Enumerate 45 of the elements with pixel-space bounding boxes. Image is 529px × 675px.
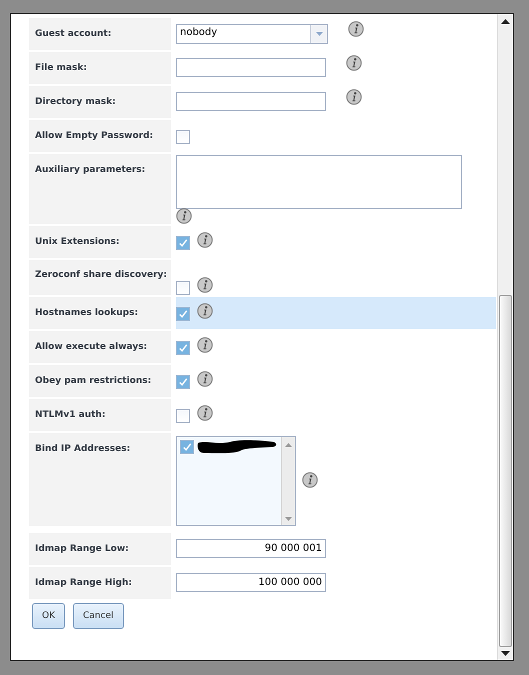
info-icon[interactable] <box>197 303 213 319</box>
input-field[interactable]: 100 000 000 <box>176 573 326 592</box>
checkbox[interactable] <box>176 130 190 144</box>
dialog-button[interactable]: Cancel <box>73 603 124 629</box>
info-icon[interactable] <box>197 371 213 387</box>
scroll-down-arrow-icon[interactable] <box>501 651 510 656</box>
info-icon[interactable] <box>197 277 213 293</box>
input-field[interactable] <box>176 58 326 77</box>
field-label: Unix Extensions: <box>29 226 171 258</box>
info-icon[interactable] <box>346 89 362 105</box>
info-icon[interactable] <box>176 208 192 224</box>
field-label: NTLMv1 auth: <box>29 399 171 431</box>
address-list[interactable] <box>176 436 296 526</box>
field-label: Idmap Range Low: <box>29 533 171 565</box>
info-icon[interactable] <box>302 472 318 488</box>
field-label: Bind IP Addresses: <box>29 433 171 526</box>
checkbox[interactable] <box>176 236 190 250</box>
checkbox[interactable] <box>176 281 190 295</box>
field-label: Guest account: <box>29 18 171 50</box>
field-label: Hostnames lookups: <box>29 297 171 329</box>
field-label: Directory mask: <box>29 86 171 118</box>
info-icon[interactable] <box>197 232 213 248</box>
input-field[interactable]: 90 000 001 <box>176 539 326 558</box>
guest-account-dropdown[interactable]: nobody <box>176 24 328 44</box>
field-label: Idmap Range High: <box>29 567 171 599</box>
field-label: Obey pam restrictions: <box>29 365 171 397</box>
input-field[interactable] <box>176 92 326 111</box>
checkbox[interactable] <box>176 307 190 321</box>
field-label: Allow Empty Password: <box>29 120 171 152</box>
field-label: File mask: <box>29 52 171 84</box>
checkbox[interactable] <box>176 409 190 423</box>
field-label: Auxiliary parameters: <box>29 154 171 224</box>
field-label: Zeroconf share discovery: <box>29 260 171 295</box>
info-icon[interactable] <box>197 337 213 353</box>
scrollbar[interactable] <box>497 14 513 660</box>
info-icon[interactable] <box>348 21 364 37</box>
field-label: Allow execute always: <box>29 331 171 363</box>
dialog-button[interactable]: OK <box>32 603 65 629</box>
info-icon[interactable] <box>346 55 362 71</box>
dropdown-caret-icon <box>316 32 322 36</box>
scroll-up-arrow-icon[interactable] <box>501 19 510 24</box>
checkbox[interactable] <box>176 375 190 389</box>
info-icon[interactable] <box>197 405 213 421</box>
checkbox[interactable] <box>180 440 194 454</box>
checkbox[interactable] <box>176 341 190 355</box>
